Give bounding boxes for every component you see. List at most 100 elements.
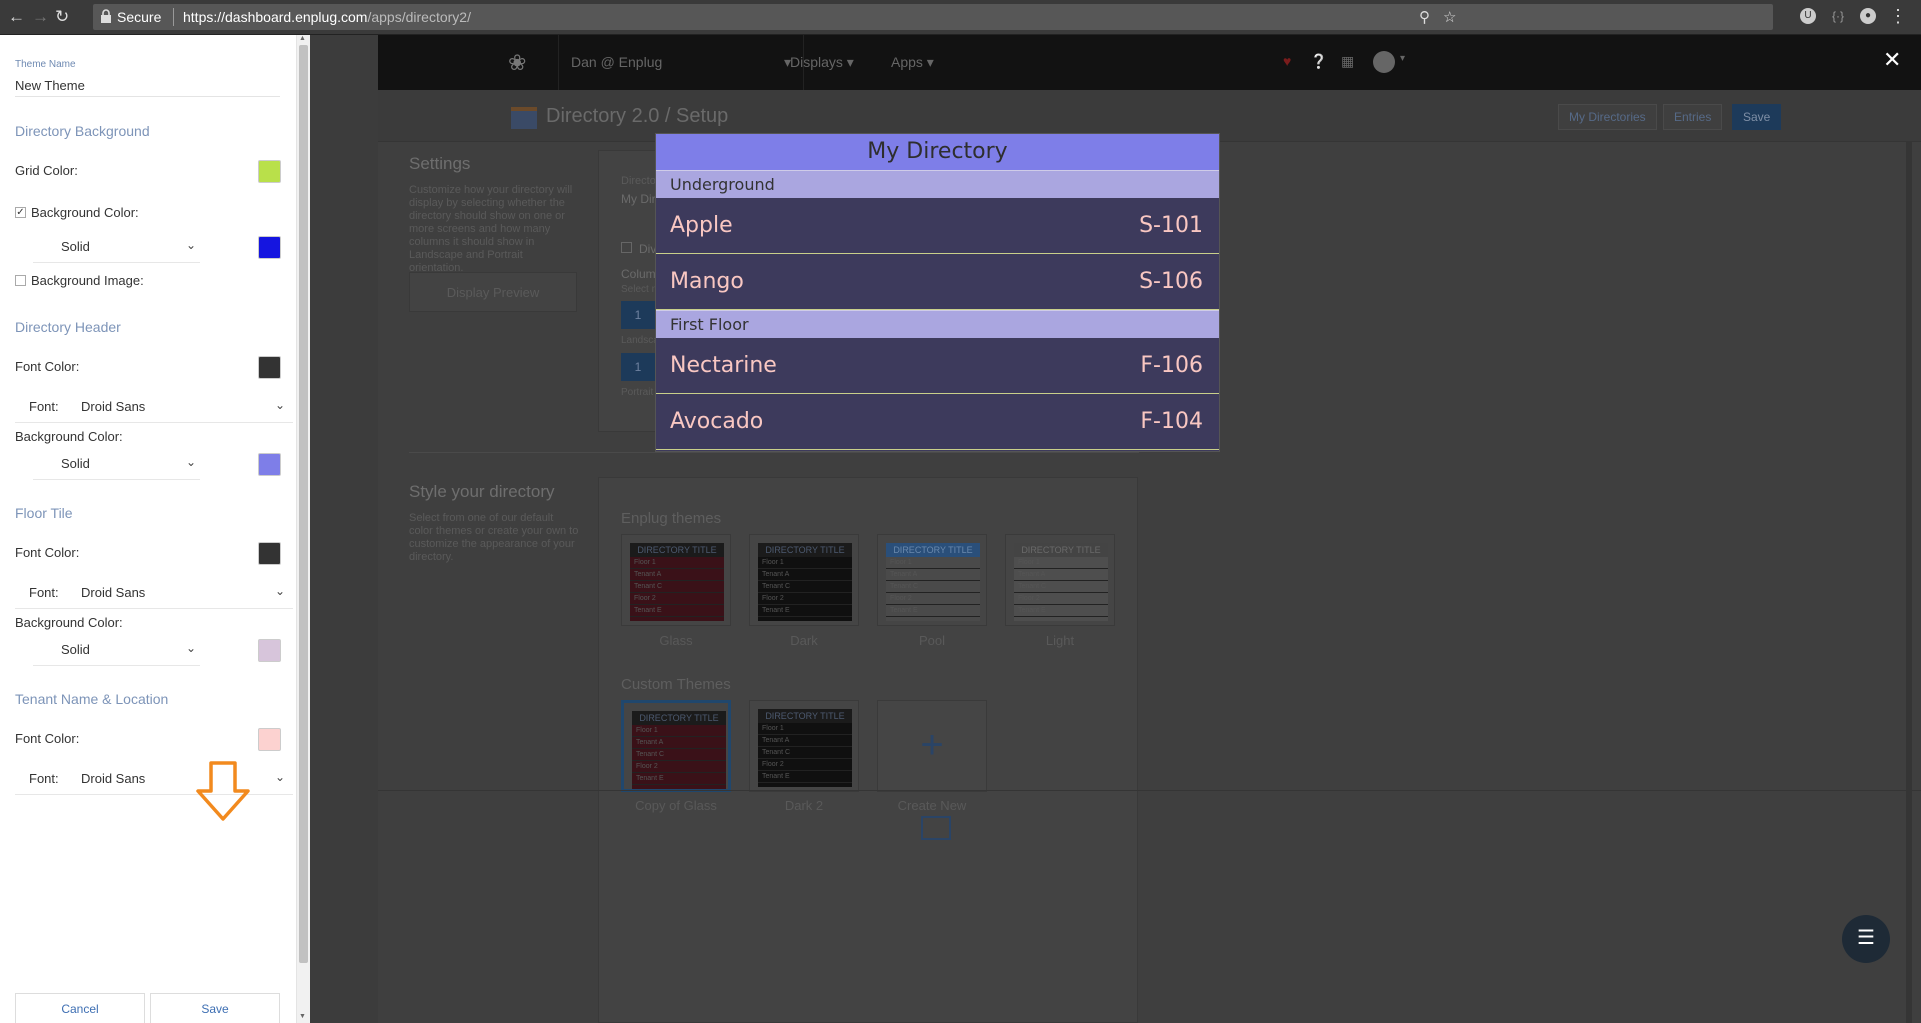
header-font-select[interactable]: Font: Droid Sans ⌄ (15, 393, 293, 423)
theme-dark[interactable]: DIRECTORY TITLE Floor 1 Tenant A Tenant C Fl… (749, 534, 859, 626)
portrait-columns-button[interactable]: 1 (621, 353, 655, 381)
divide-checkbox[interactable] (621, 242, 632, 253)
create-new-theme-button[interactable]: + (877, 700, 987, 792)
back-icon[interactable]: ← (8, 8, 25, 25)
lock-icon (101, 9, 111, 23)
scroll-up-icon[interactable]: ▲ (299, 35, 306, 42)
address-bar[interactable]: Secure https://dashboard.enplug.com/apps… (93, 4, 1773, 30)
save-button[interactable]: Save (150, 993, 280, 1023)
background-fill-select[interactable]: Solid ⌄ (33, 233, 200, 263)
section-tenant: Tenant Name & Location (15, 691, 169, 707)
floor-bg-color-swatch[interactable] (258, 639, 281, 662)
floor-tile: First Floor (656, 310, 1219, 338)
secure-label: Secure (117, 9, 162, 25)
background-color-swatch[interactable] (258, 236, 281, 259)
header-bg-color-label: Background Color: (15, 429, 123, 444)
scrollbar-thumb[interactable] (299, 45, 308, 963)
tenant-font-select[interactable]: Font: Droid Sans ⌄ (15, 765, 293, 795)
panel-scrollbar[interactable]: ▲ ▼ (296, 35, 310, 1023)
floor-tile: Underground (656, 170, 1219, 198)
avatar-chevron-icon[interactable]: ▾ (1400, 53, 1405, 64)
drag-handle-icon[interactable] (921, 816, 951, 840)
header-save-button[interactable]: Save (1732, 104, 1782, 130)
forward-icon[interactable]: → (32, 8, 49, 25)
zoom-icon[interactable]: ⚲ (1419, 8, 1430, 26)
help-icon[interactable]: ❔ (1310, 53, 1327, 70)
directory-preview: My Directory Underground Apple S-101 Mang… (656, 134, 1219, 451)
background-image-checkbox[interactable] (15, 275, 26, 286)
style-heading: Style your directory (409, 482, 555, 501)
nav-displays[interactable]: Displays ▾ (790, 35, 854, 90)
theme-light[interactable]: DIRECTORY TITLE Floor 1 Tenant A Tenant C Fl… (1005, 534, 1115, 626)
tenant-row: Avocado F-104 (656, 394, 1219, 450)
section-directory-header: Directory Header (15, 319, 121, 335)
tenant-font-color-label: Font Color: (15, 731, 80, 746)
theme-name-label: Theme Name (15, 59, 76, 70)
apps-grid-icon[interactable]: ▦ (1341, 53, 1354, 70)
themes-card: Enplug themes DIRECTORY TITLE Floor 1 Tena… (598, 477, 1138, 1023)
tenant-row: Mango S-106 (656, 254, 1219, 310)
extension-bracket-icon[interactable]: {·} (1830, 8, 1846, 24)
preview-title: My Directory (656, 134, 1219, 170)
extension-shield-icon[interactable]: U (1800, 8, 1816, 24)
my-directories-button[interactable]: My Directories (1558, 104, 1657, 130)
heart-icon[interactable]: ♥ (1283, 53, 1291, 69)
chevron-down-icon: ⌄ (185, 238, 196, 252)
style-description: Select from one of our default color the… (409, 512, 579, 563)
custom-theme-copy-of-glass[interactable]: DIRECTORY TITLE Floor 1 Tenant A Tenant C Fl… (621, 700, 731, 792)
settings-description: Customize how your directory will displa… (409, 184, 573, 274)
chevron-down-icon: ⌄ (185, 455, 196, 469)
chevron-down-icon: ⌄ (274, 770, 285, 784)
url-text[interactable]: https://dashboard.enplug.com/apps/direct… (183, 9, 471, 25)
header-bg-fill-select[interactable]: Solid ⌄ (33, 450, 200, 480)
grid-color-label: Grid Color: (15, 163, 78, 178)
menu-fab-button[interactable]: ☰ (1842, 915, 1890, 963)
avatar[interactable] (1373, 51, 1395, 73)
header-bg-color-swatch[interactable] (258, 453, 281, 476)
theme-name-input[interactable]: New Theme (15, 75, 280, 97)
browser-toolbar: ← → ↻ Secure https://dashboard.enplug.co… (0, 0, 1921, 35)
tenant-row: Apple S-101 (656, 198, 1219, 254)
theme-pool[interactable]: DIRECTORY TITLE Floor 1 Tenant A Tenant C Fl… (877, 534, 987, 626)
header-font-color-swatch[interactable] (258, 356, 281, 379)
section-floor-tile: Floor Tile (15, 505, 73, 521)
scroll-down-icon[interactable]: ▼ (299, 1013, 306, 1020)
chevron-down-icon: ⌄ (274, 398, 285, 412)
floor-font-color-swatch[interactable] (258, 542, 281, 565)
floor-font-color-label: Font Color: (15, 545, 80, 560)
cancel-button[interactable]: Cancel (15, 993, 145, 1023)
down-arrow-icon (196, 761, 250, 821)
theme-editor-panel: Theme Name New Theme Directory Backgroun… (0, 35, 310, 1023)
extension-circle-icon[interactable]: ● (1860, 8, 1876, 24)
tenant-font-color-swatch[interactable] (258, 728, 281, 751)
custom-theme-dark-2[interactable]: DIRECTORY TITLE Floor 1 Tenant A Tenant C Fl… (749, 700, 859, 792)
nav-apps[interactable]: Apps ▾ (891, 35, 934, 90)
directory-app-icon (511, 107, 537, 129)
entries-button[interactable]: Entries (1663, 104, 1723, 130)
display-preview-button[interactable]: Display Preview (409, 272, 577, 312)
background-color-label: Background Color: (31, 205, 139, 220)
reload-icon[interactable]: ↻ (55, 8, 69, 25)
page-scrollbar[interactable] (1906, 142, 1912, 1023)
chevron-down-icon: ⌄ (185, 641, 196, 655)
theme-glass[interactable]: DIRECTORY TITLE Floor 1 Tenant A Tenant C Fl… (621, 534, 731, 626)
settings-heading: Settings (409, 154, 471, 173)
chevron-down-icon: ⌄ (274, 584, 285, 598)
grid-color-swatch[interactable] (258, 160, 281, 183)
floor-bg-color-label: Background Color: (15, 615, 123, 630)
section-directory-background: Directory Background (15, 123, 150, 139)
background-color-checkbox[interactable]: ✓ (15, 207, 26, 218)
floor-font-select[interactable]: Font: Droid Sans ⌄ (15, 579, 293, 609)
tenant-row: Nectarine F-106 (656, 338, 1219, 394)
header-font-color-label: Font Color: (15, 359, 80, 374)
close-icon[interactable]: ✕ (1883, 47, 1901, 73)
browser-menu-icon[interactable]: ⋮ (1889, 6, 1907, 27)
landscape-columns-button[interactable]: 1 (621, 301, 655, 329)
background-image-label: Background Image: (31, 273, 144, 288)
bookmark-star-icon[interactable]: ☆ (1443, 8, 1456, 26)
enplug-logo-icon[interactable]: ❀ (508, 52, 530, 74)
top-navigation: ❀ Dan @ Enplug ▾ Displays ▾ Apps ▾ ♥ ❔ ▦ … (378, 35, 1921, 90)
page-title: Directory 2.0 / Setup (546, 105, 729, 127)
floor-bg-fill-select[interactable]: Solid ⌄ (33, 636, 200, 666)
account-selector[interactable]: Dan @ Enplug ▾ (558, 35, 804, 90)
